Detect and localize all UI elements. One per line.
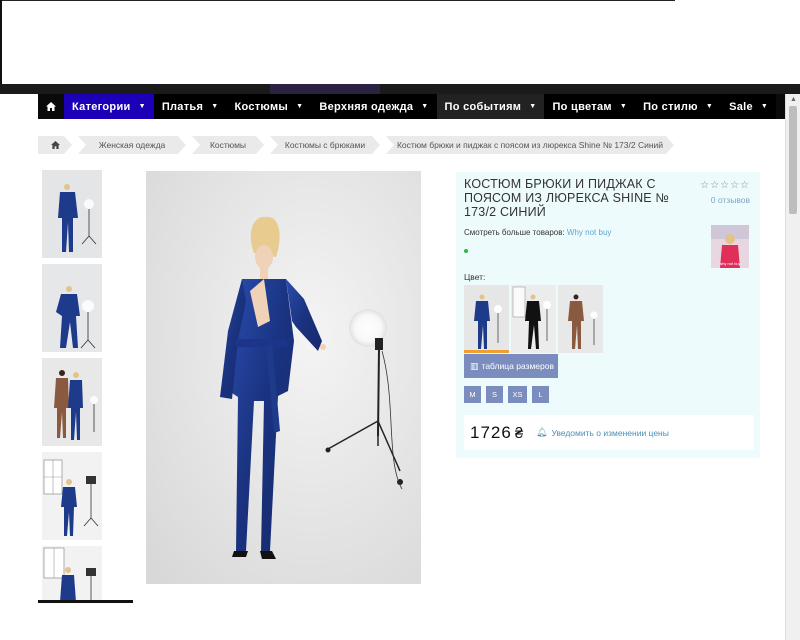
nav-item-label: Sale bbox=[729, 100, 753, 113]
rating-stars[interactable]: ☆☆☆☆☆ bbox=[700, 180, 750, 191]
breadcrumb-item-current: Костюм брюки и пиджак с поясом из люрекс… bbox=[386, 136, 674, 154]
product-photo bbox=[146, 171, 421, 584]
color-swatch-blue[interactable] bbox=[464, 285, 509, 353]
price-value: 1726 bbox=[470, 423, 512, 442]
thumbnail-image bbox=[42, 170, 102, 258]
brand-link[interactable]: Why not buy bbox=[567, 228, 611, 237]
breadcrumb-label: Костюмы bbox=[209, 140, 247, 150]
nav-item-label: Категории bbox=[72, 100, 131, 113]
bell-icon: 🔔︎ bbox=[536, 427, 548, 437]
left-rule bbox=[0, 0, 2, 88]
price-notify-link[interactable]: 🔔︎ Уведомить о изменении цены bbox=[536, 427, 669, 438]
breadcrumb-label: Женская одежда bbox=[98, 140, 166, 150]
thumbnail-1[interactable] bbox=[42, 170, 102, 258]
swatch-image bbox=[558, 285, 603, 353]
nav-item-outerwear[interactable]: Верхняя одежда ▼ bbox=[311, 94, 437, 119]
price-notify-label: Уведомить о изменении цены bbox=[551, 427, 669, 438]
size-options: M S XS L bbox=[464, 386, 549, 403]
color-swatch-brown[interactable] bbox=[558, 285, 603, 353]
nav-item-sale[interactable]: Sale ▼ bbox=[721, 94, 777, 119]
nav-item-dresses[interactable]: Платья ▼ bbox=[153, 94, 227, 119]
header-strip bbox=[0, 84, 800, 94]
table-icon: ▥ bbox=[470, 360, 479, 371]
caret-down-icon: ▼ bbox=[296, 103, 304, 110]
breadcrumb-item[interactable]: Костюмы с брюками bbox=[270, 136, 380, 154]
header-strip-accent bbox=[270, 84, 380, 94]
thumbnail-image bbox=[42, 358, 102, 446]
thumbnail-3[interactable] bbox=[42, 358, 102, 446]
price-box: 1726 ₴ 🔔︎ Уведомить о изменении цены bbox=[464, 415, 754, 450]
breadcrumb: Женская одежда Костюмы Костюмы с брюками… bbox=[38, 136, 680, 154]
nav-item-label: По событиям bbox=[444, 100, 522, 113]
size-option-m[interactable]: M bbox=[464, 386, 481, 403]
product-info-panel: КОСТЮМ БРЮКИ И ПИДЖАК С ПОЯСОМ ИЗ ЛЮРЕКС… bbox=[456, 172, 760, 458]
color-label: Цвет: bbox=[464, 272, 486, 282]
scroll-up-icon[interactable]: ▲ bbox=[790, 96, 797, 103]
swatch-image bbox=[511, 285, 556, 353]
breadcrumb-label: Костюм брюки и пиджак с поясом из люрекс… bbox=[396, 140, 664, 150]
thumbnail-4[interactable] bbox=[42, 452, 102, 540]
thumbnail-image bbox=[42, 264, 102, 352]
caret-down-icon: ▼ bbox=[619, 103, 628, 110]
caret-down-icon: ▼ bbox=[705, 103, 714, 110]
nav-home-button[interactable] bbox=[38, 94, 64, 119]
page-scrollbar[interactable]: ▲ bbox=[785, 94, 800, 640]
nav-item-label: Платья bbox=[161, 100, 204, 113]
more-products: Смотреть больше товаров: Why not buy bbox=[464, 228, 611, 237]
home-icon bbox=[51, 141, 60, 149]
breadcrumb-home[interactable] bbox=[38, 136, 72, 154]
thumbnail-5[interactable] bbox=[42, 546, 102, 602]
home-icon bbox=[46, 102, 56, 111]
size-option-l[interactable]: L bbox=[532, 386, 549, 403]
thumbnail-image bbox=[42, 452, 102, 540]
brand-avatar[interactable]: why not buy bbox=[711, 225, 749, 268]
breadcrumb-label: Костюмы с брюками bbox=[284, 140, 366, 150]
nav-item-label: Верхняя одежда bbox=[319, 100, 414, 113]
thumbnail-image bbox=[42, 546, 102, 602]
product-title: КОСТЮМ БРЮКИ И ПИДЖАК С ПОЯСОМ ИЗ ЛЮРЕКС… bbox=[464, 177, 670, 219]
size-chart-label: таблица размеров bbox=[481, 361, 554, 371]
thumbnail-list bbox=[42, 170, 102, 608]
main-nav: Категории ▼ Платья ▼ Костюмы ▼ Верхняя одеж… bbox=[38, 94, 785, 119]
caret-down-icon: ▼ bbox=[421, 103, 429, 110]
nav-item-categories[interactable]: Категории ▼ bbox=[64, 94, 154, 119]
caret-down-icon: ▼ bbox=[211, 103, 219, 110]
caret-down-icon: ▼ bbox=[529, 103, 537, 110]
more-products-label: Смотреть больше товаров: bbox=[464, 228, 565, 237]
size-chart-button[interactable]: ▥ таблица размеров bbox=[464, 354, 558, 378]
reviews-link[interactable]: 0 отзывов bbox=[711, 195, 750, 205]
thumbnail-2[interactable] bbox=[42, 264, 102, 352]
breadcrumb-item[interactable]: Женская одежда bbox=[78, 136, 186, 154]
nav-item-events[interactable]: По событиям ▼ bbox=[436, 94, 545, 119]
product-price: 1726 ₴ bbox=[470, 423, 524, 443]
svg-text:why not buy: why not buy bbox=[719, 261, 740, 266]
top-rule bbox=[0, 0, 675, 1]
nav-item-label: По стилю bbox=[643, 100, 698, 113]
scrollbar-thumb[interactable] bbox=[789, 106, 797, 214]
nav-item-suits[interactable]: Костюмы ▼ bbox=[226, 94, 312, 119]
currency-symbol: ₴ bbox=[514, 425, 525, 442]
size-option-xs[interactable]: XS bbox=[508, 386, 527, 403]
brand-avatar-image: why not buy bbox=[711, 225, 749, 268]
nav-item-style[interactable]: По стилю ▼ bbox=[635, 94, 722, 119]
availability-indicator bbox=[464, 249, 468, 253]
nav-item-colors[interactable]: По цветам ▼ bbox=[544, 94, 636, 119]
color-swatches bbox=[464, 285, 603, 353]
caret-down-icon: ▼ bbox=[138, 103, 146, 110]
nav-item-label: По цветам bbox=[552, 100, 612, 113]
swatch-image bbox=[464, 285, 509, 353]
thumbnail-scroll-indicator bbox=[38, 600, 133, 603]
color-swatch-black[interactable] bbox=[511, 285, 556, 353]
nav-item-label: Костюмы bbox=[234, 100, 289, 113]
main-product-image[interactable] bbox=[146, 171, 421, 584]
size-option-s[interactable]: S bbox=[486, 386, 503, 403]
caret-down-icon: ▼ bbox=[760, 103, 769, 110]
breadcrumb-item[interactable]: Костюмы bbox=[192, 136, 264, 154]
